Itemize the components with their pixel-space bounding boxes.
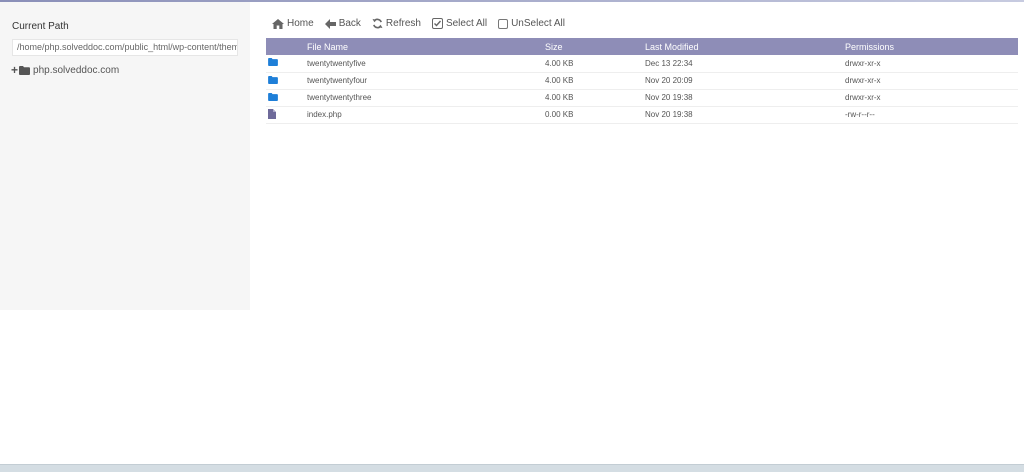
file-table: File Name Size Last Modified Permissions…	[266, 38, 1018, 124]
left-panel: Current Path /home/php.solveddoc.com/pub…	[0, 2, 250, 310]
select-all-label: Select All	[445, 18, 488, 29]
unselect-all-label: UnSelect All	[511, 18, 565, 29]
file-size: 4.00 KB	[545, 72, 645, 90]
file-size: 0.00 KB	[545, 106, 645, 124]
header-size[interactable]: Size	[545, 38, 645, 55]
checked-box-icon	[431, 18, 443, 29]
file-modified: Nov 20 19:38	[645, 89, 845, 107]
expand-plus-icon[interactable]: +	[11, 63, 18, 77]
table-header-row: File Name Size Last Modified Permissions	[266, 38, 1018, 55]
header-last-modified[interactable]: Last Modified	[645, 38, 845, 55]
header-permissions[interactable]: Permissions	[845, 38, 1018, 55]
file-name[interactable]: index.php	[307, 106, 545, 124]
file-modified: Dec 13 22:34	[645, 55, 845, 73]
file-icon	[268, 108, 276, 119]
header-icon-cell	[266, 38, 307, 55]
file-name[interactable]: twentytwentyfour	[307, 72, 545, 90]
refresh-button[interactable]: Refresh	[372, 18, 421, 29]
header-file-name[interactable]: File Name	[307, 38, 545, 55]
folder-icon	[268, 58, 278, 67]
bottom-scrollbar[interactable]	[0, 464, 1024, 472]
table-row[interactable]: twentytwentyfive 4.00 KB Dec 13 22:34 dr…	[266, 55, 1018, 73]
select-all-button[interactable]: Select All	[431, 18, 488, 29]
file-size: 4.00 KB	[545, 89, 645, 107]
tree-root-item[interactable]: + php.solveddoc.com	[11, 63, 119, 77]
file-permissions: drwxr-xr-x	[845, 72, 1018, 90]
back-button[interactable]: Back	[324, 18, 361, 29]
toolbar: Home Back Refresh Select All UnSelect Al…	[272, 18, 576, 29]
home-label: Home	[287, 18, 314, 29]
arrow-left-icon	[324, 18, 336, 29]
file-name[interactable]: twentytwentythree	[307, 89, 545, 107]
empty-checkbox-icon	[498, 18, 509, 29]
file-modified: Nov 20 20:09	[645, 72, 845, 90]
home-button[interactable]: Home	[272, 18, 314, 29]
back-label: Back	[338, 18, 361, 29]
tree-root-label: php.solveddoc.com	[33, 64, 120, 76]
refresh-label: Refresh	[385, 18, 421, 29]
current-path-label: Current Path	[12, 21, 69, 32]
current-path-input[interactable]: /home/php.solveddoc.com/public_html/wp-c…	[12, 39, 238, 56]
table-row[interactable]: twentytwentyfour 4.00 KB Nov 20 20:09 dr…	[266, 72, 1018, 90]
home-icon	[272, 18, 284, 29]
file-size: 4.00 KB	[545, 55, 645, 73]
file-permissions: drwxr-xr-x	[845, 55, 1018, 73]
file-name[interactable]: twentytwentyfive	[307, 55, 545, 73]
file-permissions: drwxr-xr-x	[845, 89, 1018, 107]
folder-icon	[268, 75, 278, 84]
table-row[interactable]: index.php 0.00 KB Nov 20 19:38 -rw-r--r-…	[266, 106, 1018, 124]
table-row[interactable]: twentytwentythree 4.00 KB Nov 20 19:38 d…	[266, 89, 1018, 107]
file-modified: Nov 20 19:38	[645, 106, 845, 124]
unselect-all-button[interactable]: UnSelect All	[498, 18, 565, 29]
folder-icon	[268, 92, 278, 101]
folder-icon	[19, 65, 31, 75]
refresh-icon	[372, 18, 383, 29]
file-permissions: -rw-r--r--	[845, 106, 1018, 124]
